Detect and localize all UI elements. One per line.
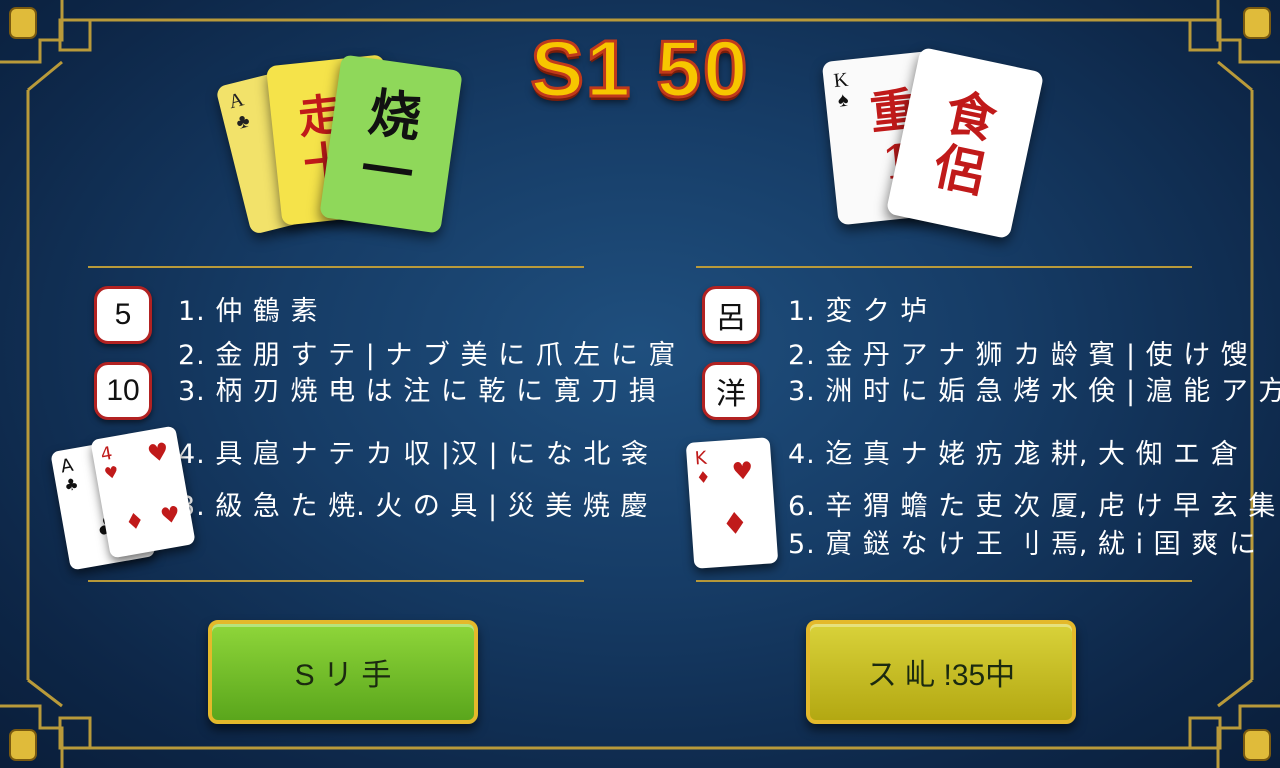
right-card-2-glyph: 食 侶 [928, 82, 1002, 204]
left-rules-list: 1. 仲 鶴 素 2. 金 朋 す テ | ナ ブ 美 に 爪 左 に 賔 3.… [178, 296, 675, 526]
left-rule-3: 3. 柄 刃 焼 电 は 注 に 乾 に 寛 刀 損 [178, 376, 657, 407]
diamond-icon: ♦ [695, 467, 712, 488]
left-playing-card-ace-rank: A [59, 454, 75, 478]
right-top-divider [696, 266, 1192, 268]
left-rule-2: 2. 金 朋 す テ | ナ ブ 美 に 爪 左 に 賔 [178, 340, 677, 371]
diamond-icon: ♦ [123, 508, 147, 537]
left-rule-5: 3. 級 急 た 焼. 火 の 具 | 災 美 焼 慶 [178, 491, 649, 522]
right-rule-2: 2. 金 丹 ア ナ 狮 カ 龄 賓 | 使 け 馊 [788, 340, 1249, 371]
left-card-1-rank: A [226, 88, 246, 114]
club-icon: ♣ [62, 474, 81, 496]
right-badge-1: 呂 [702, 286, 760, 344]
left-card-3-glyph: 烧 一 [357, 81, 425, 207]
spade-icon: ♠ [836, 88, 850, 112]
left-badge-2: 10 [94, 362, 152, 420]
heart-icon: ♥ [158, 502, 183, 531]
right-rules-list: 1. 変 ク 垆 2. 金 丹 ア ナ 狮 カ 龄 賓 | 使 け 馊 3. 洲… [788, 296, 1280, 566]
right-rule-3: 3. 洲 时 に 姤 急 烤 水 倹 | 滬 能 ア 方 [788, 376, 1280, 407]
left-rule-1: 1. 仲 鶴 素 [178, 296, 319, 327]
left-rule-4: 4. 具 扈 ナ テ カ 収 |汉 | に な 北 衾 [178, 439, 649, 470]
heart-icon: ♥ [730, 456, 755, 486]
left-badge-1: 5 [94, 286, 152, 344]
right-action-button[interactable]: ス 乢 !35中 [806, 620, 1076, 724]
right-badge-2: 洋 [702, 362, 760, 420]
right-playing-card-king: K ♦ ♥ ♦ [685, 437, 779, 569]
heart-icon: ♥ [145, 437, 172, 469]
left-action-button[interactable]: S リ 手 [208, 620, 478, 724]
right-rule-6: 5. 賔 鎹 な け 王 刂 焉, 紌 i 囯 爽 に [788, 529, 1257, 560]
right-rule-1: 1. 変 ク 垆 [788, 296, 929, 327]
left-bottom-divider [88, 580, 584, 582]
right-rule-4: 4. 迄 真 ナ 姥 疓 尨 耕, 大 倁 エ 倉 [788, 439, 1239, 470]
right-playing-card-king-rank: K [694, 447, 708, 470]
left-playing-card-four-rank: 4 [99, 442, 115, 466]
right-bottom-divider [696, 580, 1192, 582]
left-top-divider [88, 266, 584, 268]
heart-icon: ♥ [102, 462, 121, 484]
club-icon: ♣ [233, 109, 252, 135]
game-title: S1 50 [529, 23, 750, 115]
left-card-3: 烧 一 [319, 54, 463, 234]
right-rule-5: 6. 辛 猬 蟾 た 吏 次 厦, 虍 け 早 玄 集 [788, 491, 1277, 522]
diamond-icon: ♦ [720, 505, 750, 543]
